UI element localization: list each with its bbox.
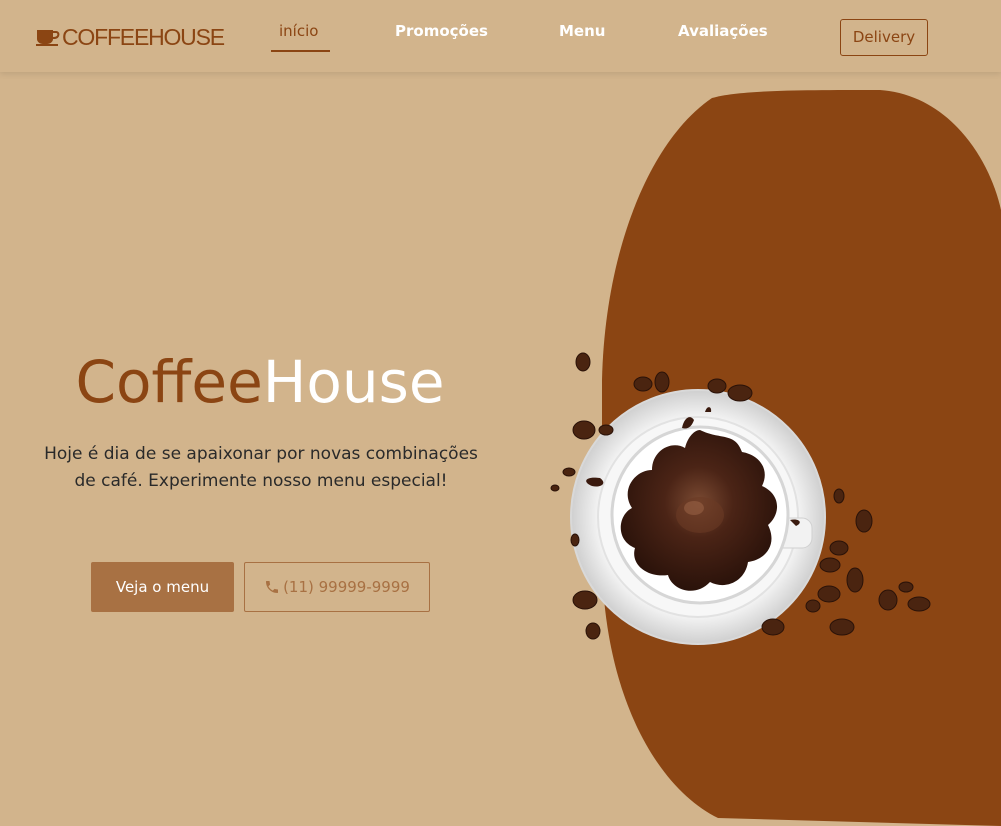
phone-button[interactable]: (11) 99999-9999 <box>244 562 430 612</box>
nav-active-underline <box>271 50 330 52</box>
hero-title-coffee: Coffee <box>75 348 263 416</box>
hero-description: Hoje é dia de se apaixonar por novas com… <box>44 444 478 491</box>
coffee-cup-icon <box>36 30 60 46</box>
phone-number: (11) 99999-9999 <box>283 578 410 596</box>
brand-logo[interactable]: COFFEEHOUSE <box>36 24 225 50</box>
page: COFFEEHOUSE início Promoções Menu Avalia… <box>0 0 1001 826</box>
nav-promocoes[interactable]: Promoções <box>395 20 488 42</box>
content-layer: COFFEEHOUSE início Promoções Menu Avalia… <box>0 0 1001 826</box>
phone-icon <box>266 581 279 593</box>
hero-title-house: House <box>262 348 445 416</box>
nav-menu[interactable]: Menu <box>559 20 605 42</box>
view-menu-button[interactable]: Veja o menu <box>91 562 234 612</box>
hero-title: CoffeeHouse <box>0 344 520 420</box>
site-header: COFFEEHOUSE início Promoções Menu Avalia… <box>0 0 1001 72</box>
delivery-button[interactable]: Delivery <box>840 19 928 56</box>
nav-avaliacoes[interactable]: Avaliações <box>678 20 768 42</box>
brand-logo-text: COFFEEHOUSE <box>62 24 225 50</box>
nav-inicio[interactable]: início <box>279 20 318 42</box>
